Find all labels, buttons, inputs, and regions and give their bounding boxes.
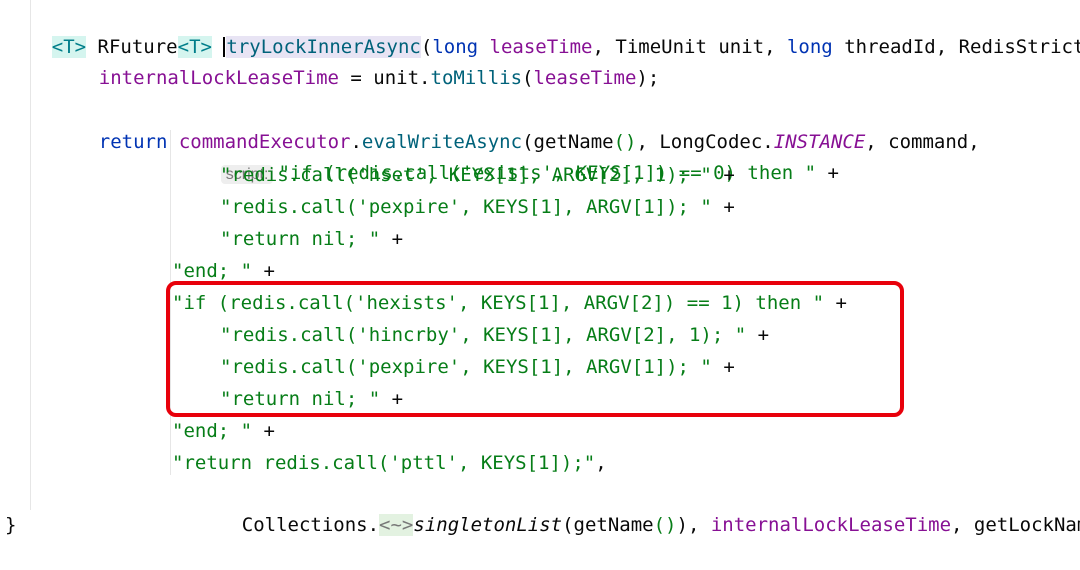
class-name: Collections. (241, 514, 380, 536)
code-line-return: return commandExecutor.evalWriteAsync(ge… (53, 97, 980, 153)
code-text: ), (676, 514, 711, 536)
paren: ); (636, 67, 660, 89)
keyword: long (786, 36, 833, 58)
indent-guide (30, 0, 31, 510)
type-name: RedisStrictC (958, 36, 1080, 58)
string-literal: "end; " (172, 260, 253, 282)
param-name: leaseTime (533, 67, 637, 89)
string-literal: "end; " (172, 420, 253, 442)
param-name: unit, (706, 36, 787, 58)
string-literal: "redis.call('hset', KEYS[1], ARGV[2], 1)… (220, 164, 712, 186)
method-call: toMillis (430, 67, 523, 89)
field-name: internalLockLeaseTime (710, 514, 952, 536)
code-text: (getName (562, 514, 654, 536)
highlight-annotation-box (166, 281, 904, 417)
param-name: threadId, (832, 36, 959, 58)
code-line: "return nil; " + (220, 224, 403, 254)
paren: ( (522, 67, 534, 89)
code-text: = unit. (338, 67, 431, 89)
string-literal: "return redis.call('pttl', KEYS[1]);" (172, 452, 596, 474)
code-line-script: script: "if (redis.call('exists', KEYS[1]… (175, 128, 839, 184)
code-line: "end; " + (172, 416, 275, 446)
code-line-assign: internalLockLeaseTime = unit.toMillis(le… (53, 33, 660, 89)
keyword: return (98, 131, 168, 153)
code-line: "redis.call('hset', KEYS[1], ARGV[2], 1)… (220, 160, 735, 190)
fold-marker[interactable]: <~> (379, 514, 414, 536)
field-name: internalLockLeaseTime (98, 67, 339, 89)
code-line-signature: <T> RFuture<T> tryLockInnerAsync(long le… (6, 2, 1080, 58)
code-text: , getLockName (951, 514, 1080, 536)
method-call: singletonList (413, 514, 563, 536)
closing-brace: } (5, 510, 16, 540)
code-text: , command, (865, 131, 980, 153)
code-line: "redis.call('pexpire', KEYS[1], ARGV[1])… (220, 192, 735, 222)
operator: + (816, 162, 839, 184)
operator: + (252, 260, 275, 282)
code-line-collections: Collections.<~>singletonList(getName()),… (196, 480, 1080, 536)
operator: + (252, 420, 275, 442)
string-literal: "redis.call('pexpire', KEYS[1], ARGV[1])… (220, 196, 712, 218)
operator: + (711, 164, 735, 186)
operator: + (711, 196, 735, 218)
code-line: "return redis.call('pttl', KEYS[1]);", (172, 448, 607, 478)
paren: () (653, 514, 677, 536)
brace: } (5, 514, 17, 536)
string-literal: "return nil; " (220, 228, 381, 250)
operator: + (380, 228, 404, 250)
operator: , (595, 452, 607, 474)
